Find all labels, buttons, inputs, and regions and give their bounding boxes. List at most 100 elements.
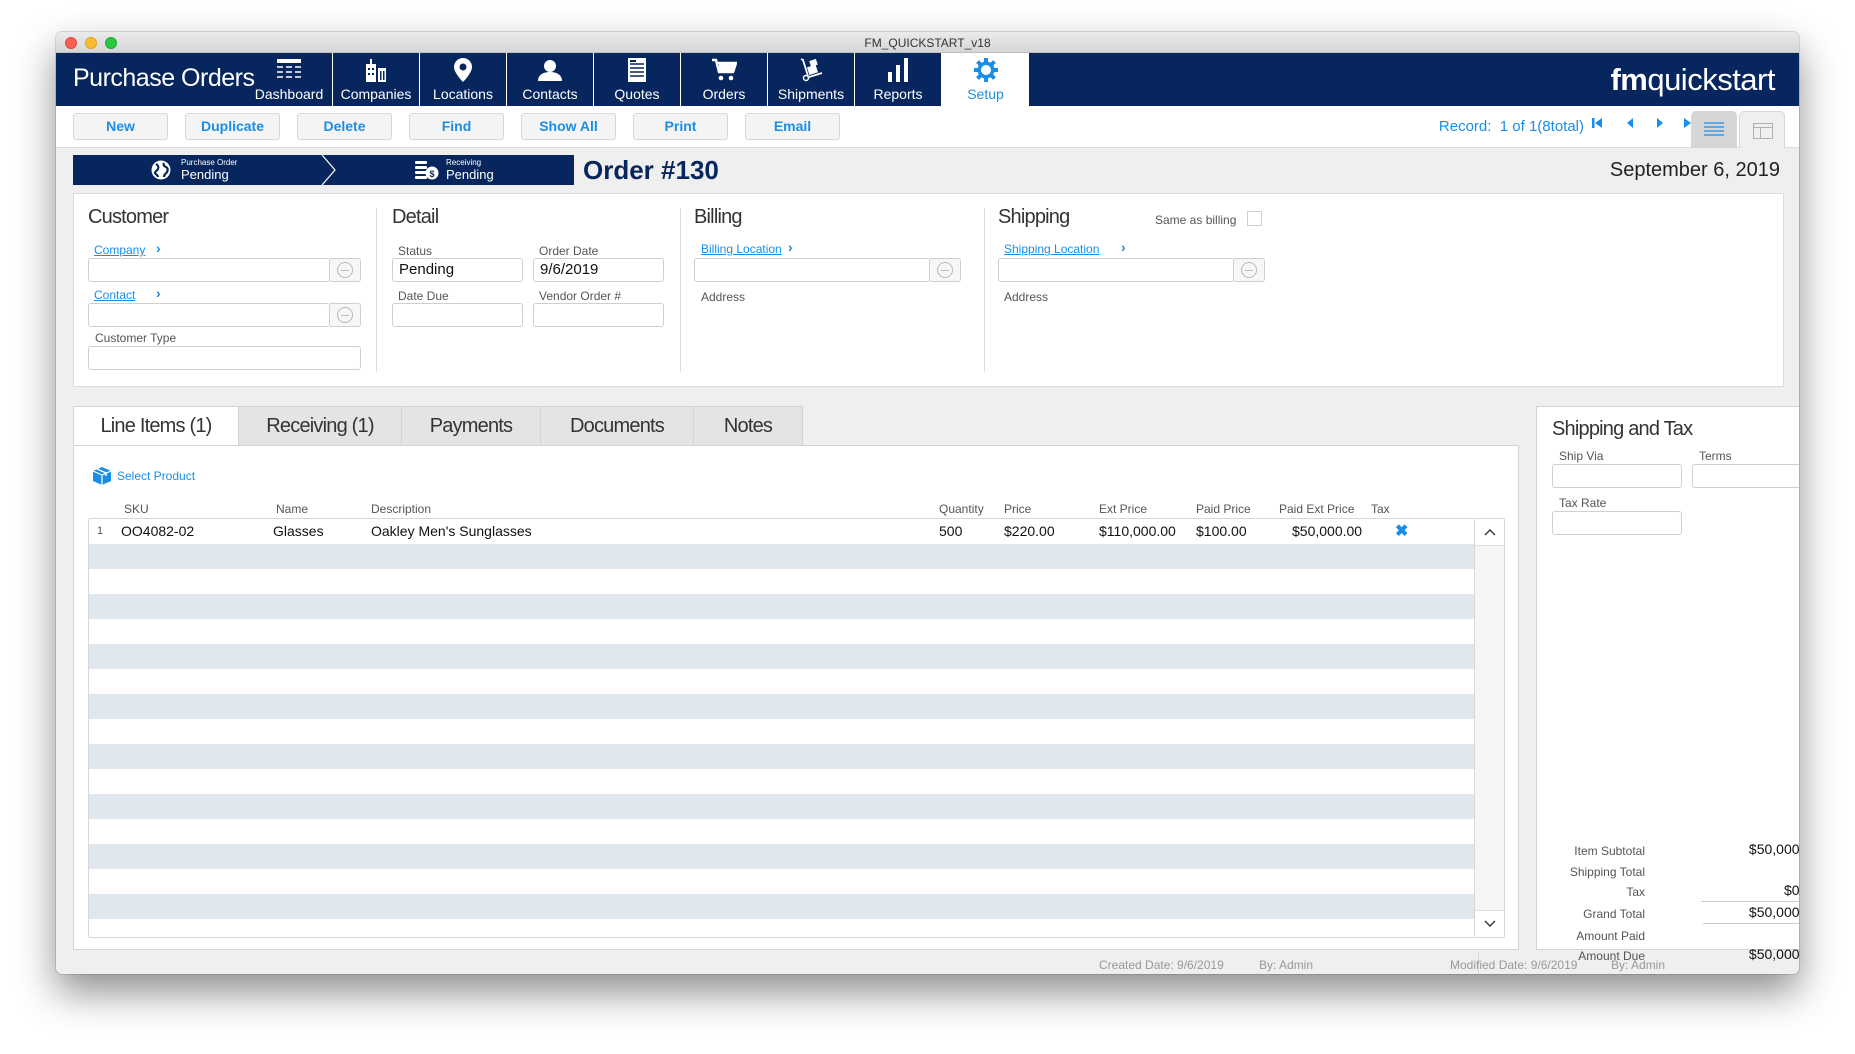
company-field[interactable] bbox=[88, 258, 330, 282]
clear-icon bbox=[1241, 262, 1257, 278]
new-button[interactable]: New bbox=[73, 113, 168, 140]
cell-sku[interactable]: OO4082-02 bbox=[121, 523, 194, 539]
tax-rate-label: Tax Rate bbox=[1559, 496, 1607, 510]
empty-table-row[interactable] bbox=[89, 819, 1475, 844]
shipping-location-field[interactable] bbox=[998, 258, 1234, 282]
clear-shipping-button[interactable] bbox=[1234, 258, 1265, 282]
tab-receiving[interactable]: Receiving (1) bbox=[239, 406, 402, 446]
scroll-down-button[interactable] bbox=[1475, 910, 1504, 937]
find-button[interactable]: Find bbox=[409, 113, 504, 140]
empty-table-row[interactable] bbox=[89, 844, 1475, 869]
stage-value: Pending bbox=[446, 167, 494, 182]
company-go-chevron[interactable]: › bbox=[156, 240, 161, 256]
section-divider bbox=[680, 208, 681, 372]
duplicate-button[interactable]: Duplicate bbox=[185, 113, 280, 140]
show-all-button[interactable]: Show All bbox=[521, 113, 616, 140]
empty-table-row[interactable] bbox=[89, 769, 1475, 794]
cell-name[interactable]: Glasses bbox=[273, 523, 324, 539]
cell-quantity[interactable]: 500 bbox=[939, 523, 962, 539]
record-label: Record: bbox=[1438, 118, 1492, 135]
toolbar: New Duplicate Delete Find Show All Print… bbox=[56, 106, 1799, 148]
empty-table-row[interactable] bbox=[89, 919, 1475, 937]
cell-description[interactable]: Oakley Men's Sunglasses bbox=[371, 523, 532, 539]
order-date-field[interactable]: 9/6/2019 bbox=[533, 258, 664, 282]
empty-table-row[interactable] bbox=[89, 669, 1475, 694]
nav-quotes[interactable]: Quotes bbox=[594, 53, 681, 106]
table-row[interactable]: 1 OO4082-02 Glasses Oakley Men's Sunglas… bbox=[89, 519, 1475, 544]
item-subtotal-label: Item Subtotal bbox=[1574, 844, 1645, 858]
customer-type-field[interactable] bbox=[88, 346, 361, 370]
total-divider bbox=[1703, 923, 1799, 924]
clear-billing-button[interactable] bbox=[930, 258, 961, 282]
nav-companies[interactable]: Companies bbox=[333, 53, 420, 106]
contact-link[interactable]: Contact bbox=[94, 288, 135, 302]
delete-row-icon[interactable]: ✖ bbox=[1395, 521, 1408, 541]
empty-table-row[interactable] bbox=[89, 694, 1475, 719]
previous-record-button[interactable] bbox=[1626, 117, 1634, 132]
nav-contacts[interactable]: Contacts bbox=[507, 53, 594, 106]
record-indicator: Record: 1 of 1(8total) bbox=[1439, 118, 1584, 135]
print-button[interactable]: Print bbox=[633, 113, 728, 140]
nav-setup[interactable]: Setup bbox=[942, 53, 1029, 106]
empty-table-row[interactable] bbox=[89, 569, 1475, 594]
empty-table-row[interactable] bbox=[89, 619, 1475, 644]
grand-total-value: $50,000.00 bbox=[1748, 904, 1799, 920]
billing-go-chevron[interactable]: › bbox=[788, 239, 793, 255]
tab-payments[interactable]: Payments bbox=[402, 406, 541, 446]
vendor-order-field[interactable] bbox=[533, 303, 664, 327]
empty-table-row[interactable] bbox=[89, 869, 1475, 894]
nav-shipments[interactable]: Shipments bbox=[768, 53, 855, 106]
clear-icon bbox=[937, 262, 953, 278]
same-as-billing-checkbox[interactable] bbox=[1247, 211, 1262, 226]
empty-table-row[interactable] bbox=[89, 544, 1475, 569]
list-view-button[interactable] bbox=[1691, 111, 1737, 148]
next-record-button[interactable] bbox=[1656, 117, 1664, 132]
clear-company-button[interactable] bbox=[330, 258, 361, 282]
billing-location-link[interactable]: Billing Location bbox=[701, 242, 782, 256]
empty-table-row[interactable] bbox=[89, 744, 1475, 769]
company-link[interactable]: Company bbox=[94, 243, 145, 257]
empty-table-row[interactable] bbox=[89, 794, 1475, 819]
nav-orders[interactable]: Orders bbox=[681, 53, 768, 106]
brand-logo: fmquickstart bbox=[1610, 62, 1775, 98]
cell-paid-price[interactable]: $100.00 bbox=[1196, 523, 1247, 539]
cell-price[interactable]: $220.00 bbox=[1004, 523, 1055, 539]
tax-value: $0.00 bbox=[1783, 882, 1799, 898]
empty-table-row[interactable] bbox=[89, 719, 1475, 744]
contact-field[interactable] bbox=[88, 303, 330, 327]
tab-documents[interactable]: Documents bbox=[541, 406, 694, 446]
ship-via-field[interactable] bbox=[1552, 464, 1682, 488]
select-product-button[interactable]: Select Product bbox=[92, 466, 195, 486]
table-scrollbar[interactable] bbox=[1474, 519, 1504, 937]
first-record-button[interactable] bbox=[1592, 117, 1603, 132]
tab-line-items[interactable]: Line Items (1) bbox=[73, 406, 239, 446]
tab-notes[interactable]: Notes bbox=[694, 406, 803, 446]
nav-reports[interactable]: Reports bbox=[855, 53, 942, 106]
billing-location-field[interactable] bbox=[694, 258, 930, 282]
delete-button[interactable]: Delete bbox=[297, 113, 392, 140]
empty-table-row[interactable] bbox=[89, 594, 1475, 619]
record-value: 1 of 1(8total) bbox=[1499, 118, 1584, 135]
status-field[interactable]: Pending bbox=[392, 258, 523, 282]
nav-dashboard[interactable]: Dashboard bbox=[246, 53, 333, 106]
chevron-down-icon bbox=[1484, 920, 1495, 927]
first-record-icon bbox=[1592, 118, 1602, 128]
nav-locations[interactable]: Locations bbox=[420, 53, 507, 106]
empty-table-row[interactable] bbox=[89, 644, 1475, 669]
shipping-go-chevron[interactable]: › bbox=[1121, 239, 1126, 255]
terms-field[interactable] bbox=[1692, 464, 1799, 488]
clear-contact-button[interactable] bbox=[330, 303, 361, 327]
person-icon bbox=[538, 60, 562, 81]
tax-rate-field[interactable] bbox=[1552, 511, 1682, 535]
shipping-location-link[interactable]: Shipping Location bbox=[1004, 242, 1099, 256]
email-button[interactable]: Email bbox=[745, 113, 840, 140]
form-view-button[interactable] bbox=[1739, 111, 1785, 148]
empty-table-row[interactable] bbox=[89, 894, 1475, 919]
modified-by: By: Admin bbox=[1611, 958, 1666, 972]
modified-date: Modified Date: 9/6/2019 bbox=[1450, 958, 1578, 972]
buildings-icon bbox=[366, 59, 386, 82]
date-due-field[interactable] bbox=[392, 303, 523, 327]
scroll-up-button[interactable] bbox=[1475, 519, 1504, 546]
stage-caption: Purchase Order bbox=[181, 158, 238, 167]
contact-go-chevron[interactable]: › bbox=[156, 285, 161, 301]
